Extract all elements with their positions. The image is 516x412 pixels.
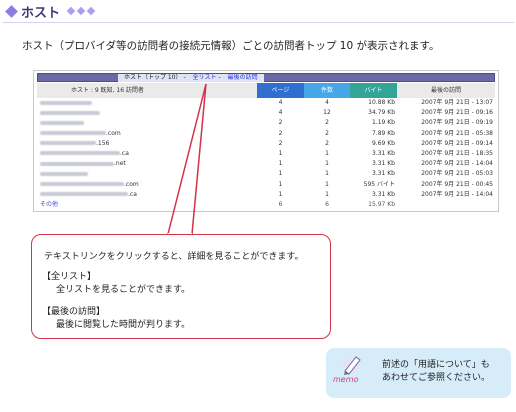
callout-all-body: 全リストを見ることができます。 bbox=[56, 285, 191, 295]
callout-all-heading: 【全リスト】 bbox=[42, 272, 97, 282]
callout-last-body: 最後に閲覧した時間が判ります。 bbox=[56, 320, 191, 330]
callout-box: テキストリンクをクリックすると、詳細を見ることができます。 【全リスト】 全リス… bbox=[31, 234, 331, 339]
callout-last-heading: 【最後の訪問】 bbox=[42, 307, 106, 317]
memo-line-1: 前述の「用語について」も bbox=[382, 360, 490, 370]
memo-label: memo bbox=[333, 375, 359, 384]
pencil-icon bbox=[343, 356, 361, 375]
callout-lead: テキストリンクをクリックすると、詳細を見ることができます。 bbox=[44, 252, 304, 262]
memo-line-2: あわせてご参照ください。 bbox=[382, 373, 491, 383]
memo-box: memo 前述の「用語について」も あわせてご参照ください。 bbox=[326, 348, 511, 398]
memo-text: 前述の「用語について」も あわせてご参照ください。 bbox=[382, 359, 490, 385]
